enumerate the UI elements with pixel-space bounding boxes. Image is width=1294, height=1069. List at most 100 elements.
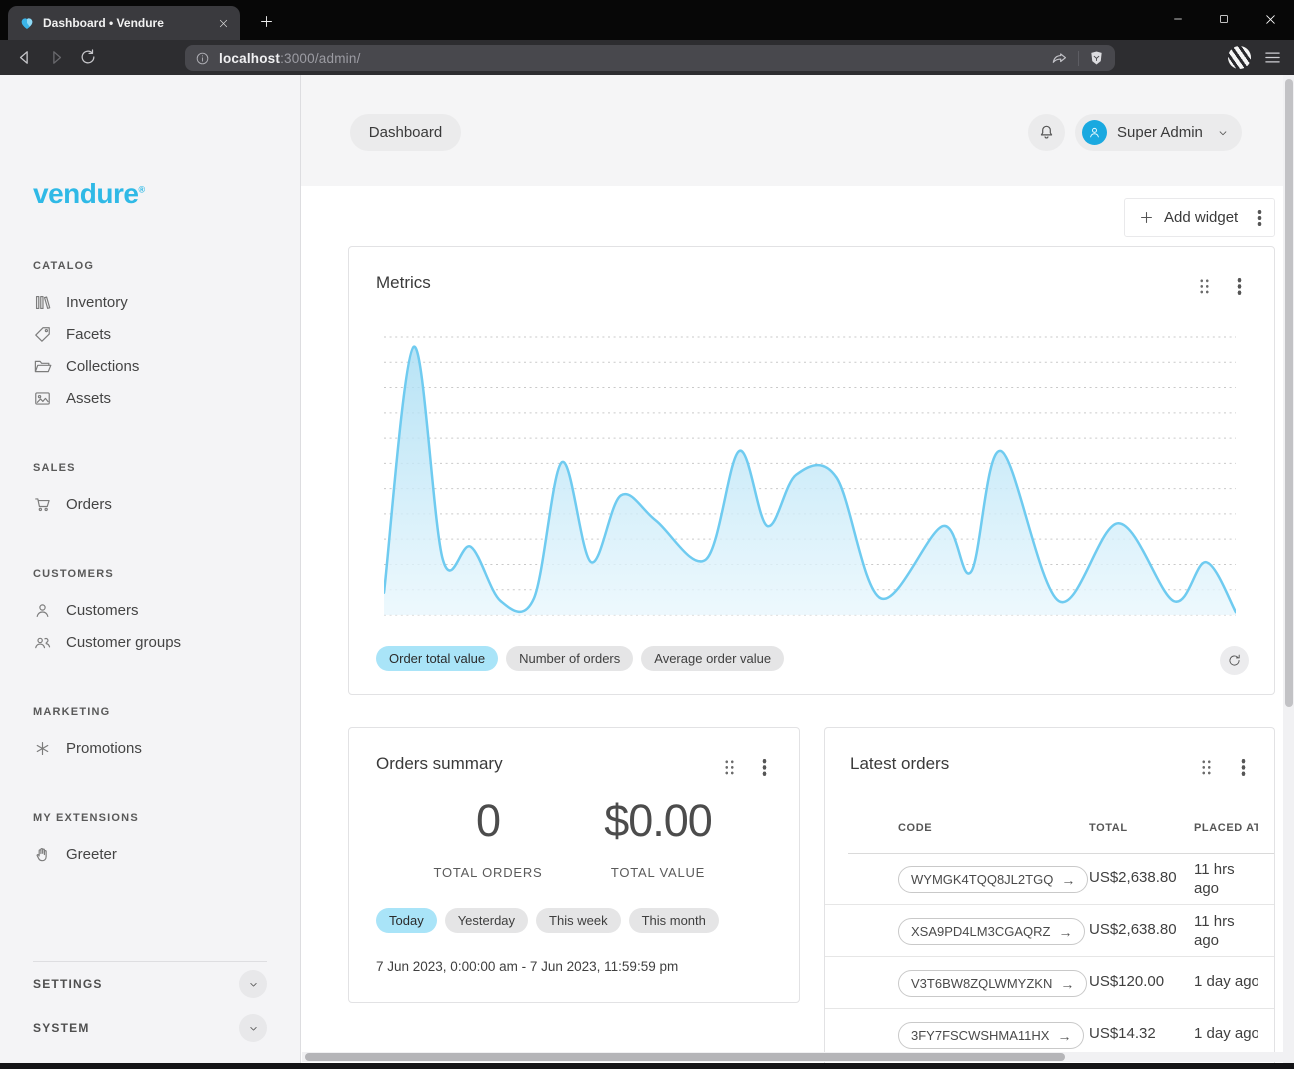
- range-this-week[interactable]: This week: [536, 908, 621, 933]
- order-total: US$2,638.80: [1089, 921, 1177, 938]
- horizontal-scrollbar-thumb[interactable]: [305, 1053, 1065, 1061]
- brave-shield-icon[interactable]: [1088, 49, 1105, 67]
- sidebar-item-greeter[interactable]: Greeter: [33, 838, 267, 870]
- sidebar-item-label: Facets: [66, 326, 111, 343]
- cart-icon: [33, 495, 52, 514]
- order-placed-at: 11 hrs ago: [1194, 861, 1258, 899]
- back-icon[interactable]: [14, 47, 36, 69]
- range-this-month[interactable]: This month: [629, 908, 719, 933]
- sidebar-item-label: Customer groups: [66, 634, 181, 651]
- notifications-button[interactable]: [1028, 114, 1065, 151]
- window-minimize-button[interactable]: [1155, 0, 1201, 38]
- filter-order-total-value[interactable]: Order total value: [376, 646, 498, 671]
- browser-menu-icon[interactable]: [1262, 47, 1283, 68]
- sidebar-item-collections[interactable]: Collections: [33, 350, 267, 382]
- metrics-chart: [384, 331, 1236, 623]
- metric-filters: Order total value Number of orders Avera…: [376, 646, 784, 671]
- add-widget-button[interactable]: Add widget: [1124, 198, 1275, 237]
- sidebar-section-settings[interactable]: SETTINGS: [33, 962, 267, 1006]
- kebab-menu-icon[interactable]: [1257, 209, 1262, 226]
- sidebar-item-orders[interactable]: Orders: [33, 488, 267, 520]
- drag-handle-icon[interactable]: [724, 759, 735, 775]
- tab-close-icon[interactable]: [214, 14, 232, 32]
- order-code-link[interactable]: XSA9PD4LM3CGAQRZ→: [898, 918, 1085, 945]
- window-bottom-edge: [0, 1063, 1294, 1069]
- order-placed-at: 1 day ago: [1194, 1025, 1258, 1044]
- range-today[interactable]: Today: [376, 908, 437, 933]
- arrow-right-icon: →: [1057, 1028, 1071, 1044]
- sidebar-item-label: Collections: [66, 358, 139, 375]
- refresh-icon: [1227, 653, 1242, 668]
- sidebar-item-label: Assets: [66, 390, 111, 407]
- order-total: US$120.00: [1089, 973, 1164, 990]
- vertical-scrollbar-thumb[interactable]: [1285, 79, 1293, 707]
- date-range-text: 7 Jun 2023, 0:00:00 am - 7 Jun 2023, 11:…: [376, 959, 678, 974]
- users-icon: [33, 633, 52, 652]
- orders-summary-widget: Orders summary 0 TOTAL ORDERS $0.00 TOTA…: [348, 727, 800, 1003]
- chevron-down-icon: [1216, 126, 1230, 140]
- total-value-stat: $0.00 TOTAL VALUE: [558, 792, 758, 880]
- total-value-value: $0.00: [558, 792, 758, 851]
- sidebar-item-label: Inventory: [66, 294, 128, 311]
- order-code-link[interactable]: V3T6BW8ZQLWMYZKN→: [898, 970, 1087, 997]
- vendure-favicon-icon: [19, 15, 35, 31]
- chevron-down-icon[interactable]: [239, 1014, 267, 1042]
- filter-average-order-value[interactable]: Average order value: [641, 646, 784, 671]
- drag-handle-icon[interactable]: [1199, 278, 1210, 294]
- hand-icon: [33, 845, 52, 864]
- table-row: V3T6BW8ZQLWMYZKN→ US$120.00 1 day ago: [825, 957, 1274, 1009]
- kebab-menu-icon[interactable]: [762, 758, 767, 776]
- vendure-logo[interactable]: vendure®: [33, 180, 267, 208]
- site-info-icon[interactable]: [195, 51, 210, 66]
- table-header: CODE TOTAL PLACED AT: [825, 818, 1274, 853]
- kebab-menu-icon[interactable]: [1241, 758, 1246, 776]
- sidebar-item-promotions[interactable]: Promotions: [33, 732, 267, 764]
- kebab-menu-icon[interactable]: [1237, 277, 1242, 295]
- arrow-right-icon: →: [1061, 872, 1075, 888]
- sidebar-item-customers[interactable]: Customers: [33, 594, 267, 626]
- tag-icon: [33, 325, 52, 344]
- image-icon: [33, 389, 52, 408]
- window-close-button[interactable]: [1247, 0, 1293, 38]
- window-maximize-button[interactable]: [1201, 0, 1247, 38]
- widget-title: Orders summary: [376, 754, 503, 774]
- browser-window: Dashboard • Vendure localhost:3000/admin…: [0, 0, 1294, 1069]
- order-placed-at: 1 day ago: [1194, 973, 1258, 992]
- sidebar-section-marketing: MARKETING: [33, 706, 267, 718]
- metrics-widget: Metrics Order total value Number of orde…: [348, 246, 1275, 695]
- url-bar[interactable]: localhost:3000/admin/: [185, 45, 1115, 71]
- user-menu[interactable]: Super Admin: [1075, 114, 1242, 151]
- vertical-scrollbar[interactable]: [1283, 75, 1294, 1063]
- metrics-chart-area: [384, 331, 1236, 623]
- arrow-right-icon: →: [1060, 976, 1074, 992]
- horizontal-scrollbar[interactable]: [302, 1052, 1283, 1062]
- asterisk-icon: [33, 739, 52, 758]
- column-placed-at: PLACED AT: [1194, 822, 1258, 834]
- page-viewport: vendure® CATALOG Inventory Facets Collec…: [0, 75, 1294, 1063]
- new-tab-button[interactable]: [254, 9, 278, 33]
- sidebar-item-assets[interactable]: Assets: [33, 382, 267, 414]
- folder-icon: [33, 357, 52, 376]
- range-yesterday[interactable]: Yesterday: [445, 908, 528, 933]
- table-row: WYMGK4TQQ8JL2TGQ→ US$2,638.80 11 hrs ago: [825, 853, 1274, 905]
- filter-number-of-orders[interactable]: Number of orders: [506, 646, 633, 671]
- share-icon[interactable]: [1050, 49, 1069, 68]
- tab-title: Dashboard • Vendure: [43, 16, 206, 30]
- sidebar-item-inventory[interactable]: Inventory: [33, 286, 267, 318]
- reload-icon[interactable]: [78, 47, 100, 69]
- sidebar-item-facets[interactable]: Facets: [33, 318, 267, 350]
- profile-avatar[interactable]: [1228, 46, 1251, 69]
- order-code-link[interactable]: 3FY7FSCWSHMA11HX→: [898, 1022, 1084, 1049]
- sidebar-section-catalog: CATALOG: [33, 260, 267, 272]
- order-code-link[interactable]: WYMGK4TQQ8JL2TGQ→: [898, 866, 1088, 893]
- browser-tab[interactable]: Dashboard • Vendure: [8, 6, 240, 40]
- refresh-button[interactable]: [1220, 646, 1249, 675]
- sidebar-section-system[interactable]: SYSTEM: [33, 1006, 267, 1050]
- sidebar-item-customer-groups[interactable]: Customer groups: [33, 626, 267, 658]
- forward-icon[interactable]: [46, 47, 68, 69]
- drag-handle-icon[interactable]: [1201, 759, 1212, 775]
- user-avatar: [1082, 120, 1107, 145]
- chevron-down-icon[interactable]: [239, 970, 267, 998]
- breadcrumb[interactable]: Dashboard: [350, 114, 461, 151]
- bell-icon: [1037, 123, 1056, 142]
